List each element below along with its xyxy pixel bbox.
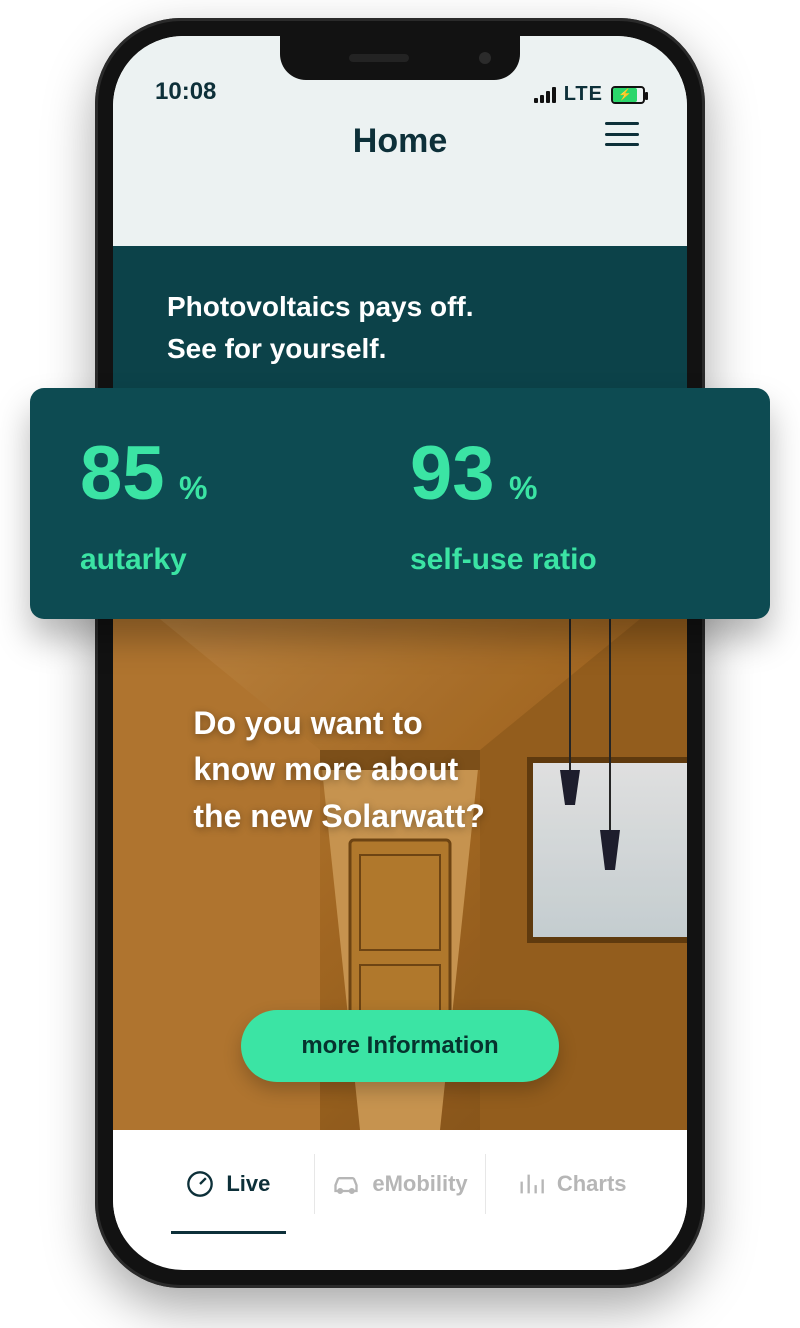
page-title: Home — [353, 122, 447, 161]
tab-charts[interactable]: Charts — [485, 1154, 657, 1214]
stat-selfuse-value: 93 — [410, 430, 495, 517]
hero-headline-line3: the new Solarwatt? — [193, 793, 606, 839]
tab-charts-label: Charts — [557, 1171, 627, 1197]
bottom-tabs: Live eMobility Charts — [113, 1130, 687, 1238]
network-type: LTE — [564, 83, 603, 106]
stat-autarky-label: autarky — [80, 543, 390, 577]
intro-line-2: See for yourself. — [167, 328, 633, 370]
stat-autarky-unit: % — [179, 470, 207, 506]
hero-headline-line2: know more about — [193, 746, 606, 792]
more-information-button[interactable]: more Information — [241, 1010, 558, 1082]
status-right: LTE — [534, 83, 645, 106]
hero-headline-line1: Do you want to — [193, 700, 606, 746]
status-time: 10:08 — [155, 78, 216, 106]
app-header: Home — [113, 116, 687, 246]
gauge-icon — [186, 1170, 214, 1198]
hero-headline: Do you want to know more about the new S… — [193, 700, 606, 839]
menu-icon[interactable] — [605, 122, 639, 146]
phone-frame: 10:08 LTE Home Photovoltaics pays off. S… — [95, 18, 705, 1288]
tab-emobility[interactable]: eMobility — [314, 1154, 486, 1214]
tab-emobility-label: eMobility — [372, 1171, 467, 1197]
tab-live-label: Live — [226, 1171, 270, 1197]
stat-selfuse-unit: % — [509, 470, 537, 506]
hero-section: Do you want to know more about the new S… — [113, 570, 687, 1130]
intro-line-1: Photovoltaics pays off. — [167, 286, 633, 328]
phone-notch — [280, 36, 520, 80]
barchart-icon — [517, 1170, 545, 1198]
car-icon — [332, 1170, 360, 1198]
signal-icon — [534, 87, 556, 103]
stat-selfuse-label: self-use ratio — [410, 543, 720, 577]
tab-live[interactable]: Live — [143, 1154, 314, 1214]
stat-autarky: 85 % autarky — [80, 430, 390, 577]
stats-card: 85 % autarky 93 % self-use ratio — [30, 388, 770, 619]
phone-screen: 10:08 LTE Home Photovoltaics pays off. S… — [113, 36, 687, 1270]
battery-icon — [611, 86, 645, 104]
stat-selfuse: 93 % self-use ratio — [410, 430, 720, 577]
stat-autarky-value: 85 — [80, 430, 165, 517]
